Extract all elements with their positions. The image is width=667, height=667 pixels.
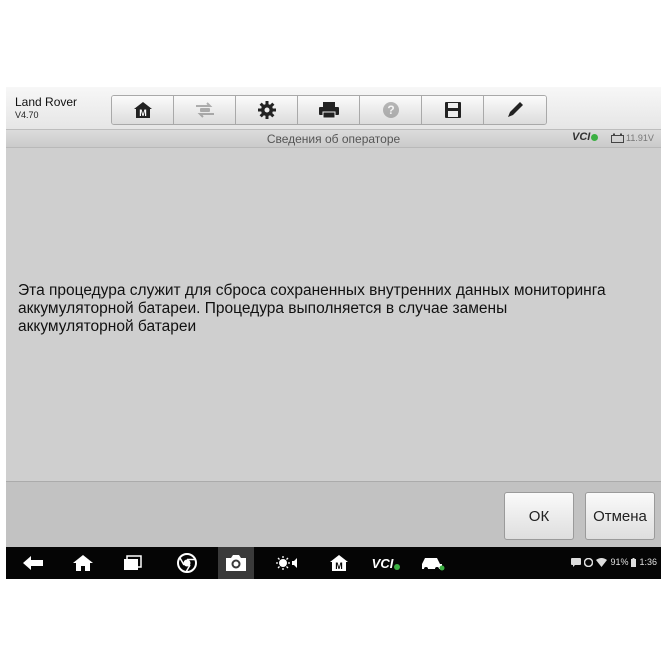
battery-voltage: 11.91V <box>626 133 654 143</box>
vci-nav-button[interactable]: VCI <box>368 551 404 575</box>
battery-percent: 91% <box>610 557 629 567</box>
print-button[interactable] <box>298 96 360 124</box>
home-m-icon: M <box>133 102 152 118</box>
camera-icon <box>226 555 246 571</box>
svg-text:M: M <box>139 108 147 118</box>
vci-connected-icon <box>394 564 401 570</box>
house-icon <box>73 555 93 571</box>
settings-button[interactable] <box>236 96 298 124</box>
chrome-icon <box>177 553 197 573</box>
android-nav-bar: M VCI 91% 1:36 <box>6 547 661 579</box>
save-button[interactable] <box>422 96 484 124</box>
sync-icon <box>584 557 594 567</box>
vehicle-swap-button[interactable] <box>174 96 236 124</box>
toolbar: M ? <box>111 95 547 125</box>
save-icon <box>444 102 461 118</box>
home-button[interactable]: M <box>112 96 174 124</box>
title-bar: Сведения об операторе VCI 11.91V <box>6 130 661 148</box>
recent-apps-icon <box>124 555 142 570</box>
chrome-button[interactable] <box>174 551 200 575</box>
status-area: 91% 1:36 <box>571 557 657 567</box>
app-screen: Land Rover V4.70 M ? Сведения об операто… <box>6 87 661 579</box>
help-button[interactable]: ? <box>360 96 422 124</box>
message-area: Эта процедура служит для сброса сохранен… <box>6 148 661 481</box>
brightness-volume-icon <box>276 556 297 570</box>
svg-text:?: ? <box>387 103 394 117</box>
procedure-message: Эта процедура служит для сброса сохранен… <box>18 282 606 335</box>
home-nav-button[interactable] <box>70 551 96 575</box>
battery-icon <box>631 557 637 567</box>
edit-button[interactable] <box>484 96 546 124</box>
software-version: V4.70 <box>15 110 39 120</box>
brightness-button[interactable] <box>275 551 301 575</box>
vci-label: VCI <box>572 131 591 143</box>
car-icon <box>422 558 445 571</box>
vehicle-name: Land Rover <box>15 95 78 109</box>
button-bar: ОК Отмена <box>6 481 661 547</box>
back-arrow-icon <box>23 556 43 570</box>
vci-connected-icon <box>591 134 599 141</box>
camera-button[interactable] <box>218 547 254 579</box>
vehicle-nav-button[interactable] <box>420 551 446 575</box>
ok-button[interactable]: ОК <box>504 492 574 540</box>
vehicle-swap-icon <box>195 102 214 118</box>
vci-status: VCI <box>572 131 599 143</box>
wifi-icon <box>596 557 608 567</box>
chat-icon <box>571 557 582 567</box>
recent-apps-button[interactable] <box>120 551 146 575</box>
printer-icon <box>318 102 339 119</box>
vehicle-info: Land Rover V4.70 <box>15 95 77 120</box>
car-battery-icon <box>611 133 624 143</box>
autel-home-button[interactable]: M <box>326 551 352 575</box>
svg-text:M: M <box>335 561 343 571</box>
vci-nav-label: VCI <box>371 555 394 571</box>
page-title: Сведения об операторе <box>266 132 401 146</box>
pencil-icon <box>508 102 523 117</box>
help-icon: ? <box>382 102 399 118</box>
back-button[interactable] <box>20 551 46 575</box>
gear-icon <box>257 101 276 119</box>
clock: 1:36 <box>639 557 657 567</box>
cancel-button[interactable]: Отмена <box>585 492 655 540</box>
home-m-icon: M <box>330 555 348 571</box>
app-header: Land Rover V4.70 M ? <box>6 87 661 130</box>
